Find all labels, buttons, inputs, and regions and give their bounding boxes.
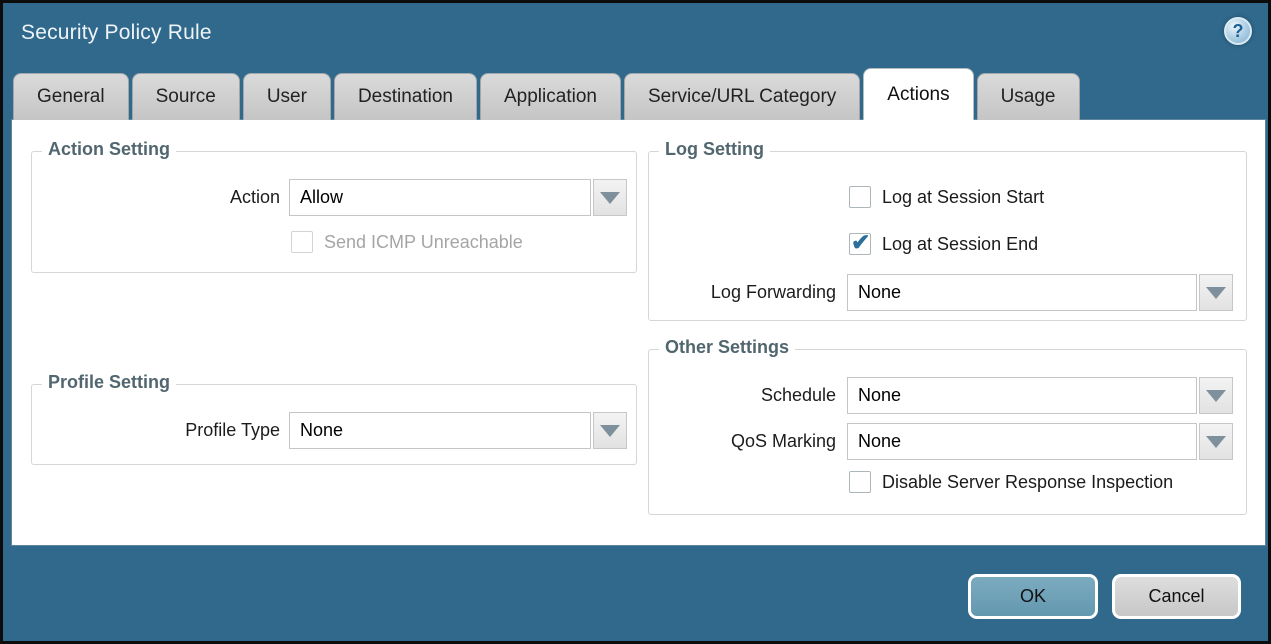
log-session-end-row: Log at Session End [849,233,1038,255]
cancel-button[interactable]: Cancel [1112,574,1241,619]
action-select[interactable]: Allow [289,179,627,216]
dsri-checkbox[interactable] [849,471,871,493]
chevron-down-icon [600,425,620,437]
tab-bar: General Source User Destination Applicat… [13,68,1080,120]
help-icon[interactable]: ? [1224,17,1252,45]
log-forwarding-select-value[interactable]: None [847,274,1197,311]
log-forwarding-select[interactable]: None [847,274,1233,311]
log-setting-group: Log Setting Log at Session Start Log at … [648,151,1247,321]
log-forwarding-label: Log Forwarding [649,274,836,311]
profile-setting-legend: Profile Setting [42,372,176,393]
tab-destination[interactable]: Destination [334,73,477,120]
action-select-value[interactable]: Allow [289,179,591,216]
send-icmp-label: Send ICMP Unreachable [324,232,523,253]
schedule-select-trigger[interactable] [1199,377,1233,414]
qos-marking-select[interactable]: None [847,423,1233,460]
ok-button[interactable]: OK [968,574,1098,619]
log-session-end-checkbox[interactable] [849,233,871,255]
other-settings-legend: Other Settings [659,337,795,358]
qos-marking-select-value[interactable]: None [847,423,1197,460]
schedule-select-value[interactable]: None [847,377,1197,414]
schedule-select[interactable]: None [847,377,1233,414]
log-forwarding-select-trigger[interactable] [1199,274,1233,311]
log-setting-legend: Log Setting [659,139,770,160]
log-session-start-checkbox[interactable] [849,186,871,208]
dsri-label: Disable Server Response Inspection [882,472,1173,493]
dsri-row: Disable Server Response Inspection [849,471,1173,493]
profile-type-select-value[interactable]: None [289,412,591,449]
action-label: Action [32,179,280,216]
profile-setting-group: Profile Setting Profile Type None [31,384,637,465]
other-settings-group: Other Settings Schedule None QoS Marking… [648,349,1247,515]
tab-application[interactable]: Application [480,73,621,120]
action-setting-group: Action Setting Action Allow Send ICMP Un… [31,151,637,273]
tab-actions[interactable]: Actions [863,68,973,120]
chevron-down-icon [1206,390,1226,402]
send-icmp-row: Send ICMP Unreachable [291,231,523,253]
tab-user[interactable]: User [243,73,331,120]
chevron-down-icon [1206,287,1226,299]
tab-general[interactable]: General [13,73,129,120]
tab-service-url-category[interactable]: Service/URL Category [624,73,860,120]
dialog-title: Security Policy Rule [21,21,212,45]
qos-marking-select-trigger[interactable] [1199,423,1233,460]
schedule-label: Schedule [649,377,836,414]
log-session-end-label: Log at Session End [882,234,1038,255]
chevron-down-icon [600,192,620,204]
profile-type-select[interactable]: None [289,412,627,449]
profile-type-label: Profile Type [32,412,280,449]
log-session-start-label: Log at Session Start [882,187,1044,208]
log-session-start-row: Log at Session Start [849,186,1044,208]
tab-usage[interactable]: Usage [977,73,1080,120]
profile-type-select-trigger[interactable] [593,412,627,449]
action-select-trigger[interactable] [593,179,627,216]
qos-marking-label: QoS Marking [649,423,836,460]
action-setting-legend: Action Setting [42,139,176,160]
security-policy-rule-dialog: Security Policy Rule ? General Source Us… [0,0,1271,644]
tab-source[interactable]: Source [132,73,240,120]
content-panel: Action Setting Action Allow Send ICMP Un… [12,120,1265,545]
send-icmp-checkbox [291,231,313,253]
chevron-down-icon [1206,436,1226,448]
